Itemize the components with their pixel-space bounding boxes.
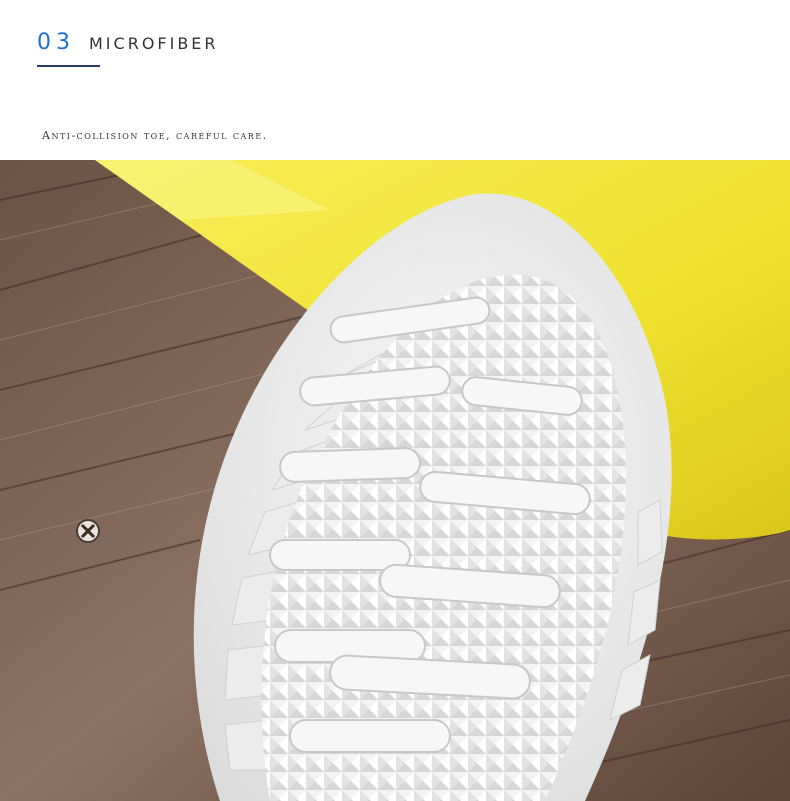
insole-photo-svg (0, 160, 790, 801)
section-header: 03 MICROFIBER (37, 30, 219, 55)
screw-icon (76, 519, 100, 543)
section-number: 03 (37, 30, 75, 55)
section-title: MICROFIBER (89, 34, 219, 53)
insole-photo (0, 160, 790, 801)
section-subtitle: Anti-collision toe, careful care. (42, 129, 268, 142)
section-underline (37, 65, 100, 67)
